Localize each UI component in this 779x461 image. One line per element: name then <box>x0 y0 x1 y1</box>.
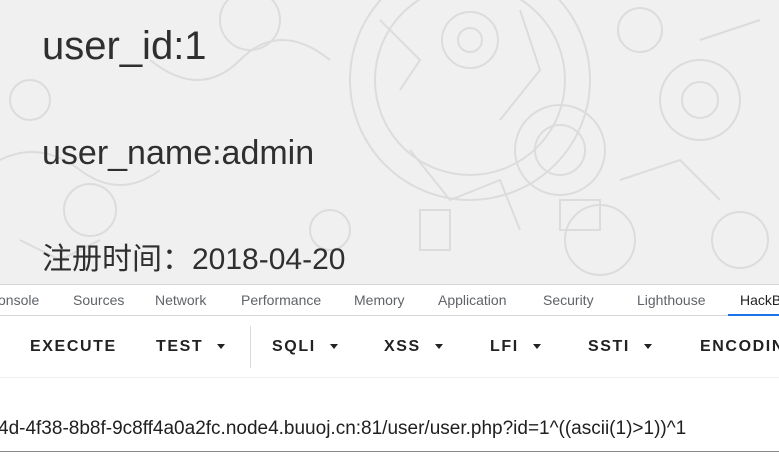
url-input-underline <box>0 451 779 452</box>
xss-dropdown-button[interactable]: XSS <box>384 316 443 378</box>
register-time-text: 注册时间：2018-04-20 <box>42 243 346 276</box>
tab-application[interactable]: Application <box>438 285 507 315</box>
caret-down-icon <box>329 344 338 350</box>
caret-down-icon <box>217 344 226 350</box>
caret-down-icon <box>532 344 541 350</box>
tab-hackbar[interactable]: HackB <box>727 285 779 316</box>
devtools-tab-bar: onsole Sources Network Performance Memor… <box>0 284 779 316</box>
tab-console[interactable]: onsole <box>0 285 39 315</box>
execute-button[interactable]: EXECUTE <box>30 316 117 378</box>
user-id-text: user_id:1 <box>42 24 207 68</box>
user-name-text: user_name:admin <box>42 134 315 172</box>
web-page-content: user_id:1 user_name:admin 注册时间：2018-04-2… <box>0 0 779 284</box>
encoding-dropdown-button[interactable]: ENCODIN <box>700 316 779 378</box>
url-input-area[interactable]: 4d-4f38-8b8f-9c8ff4a0a2fc.node4.buuoj.cn… <box>0 378 779 461</box>
caret-down-icon <box>643 344 652 350</box>
sqli-button-label: SQLI <box>272 338 316 355</box>
test-dropdown-button[interactable]: TEST <box>156 316 226 378</box>
url-input[interactable]: 4d-4f38-8b8f-9c8ff4a0a2fc.node4.buuoj.cn… <box>0 418 686 440</box>
encoding-button-label: ENCODIN <box>700 338 779 355</box>
lfi-button-label: LFI <box>490 338 519 355</box>
tab-lighthouse[interactable]: Lighthouse <box>637 285 706 315</box>
ssti-dropdown-button[interactable]: SSTI <box>588 316 652 378</box>
test-button-label: TEST <box>156 338 204 355</box>
hackbar-toolbar: EXECUTE TEST SQLI XSS LFI SSTI ENCODIN <box>0 316 779 378</box>
tab-performance[interactable]: Performance <box>241 285 321 315</box>
tab-memory[interactable]: Memory <box>354 285 405 315</box>
caret-down-icon <box>434 344 443 350</box>
tab-network[interactable]: Network <box>155 285 206 315</box>
xss-button-label: XSS <box>384 338 421 355</box>
sqli-dropdown-button[interactable]: SQLI <box>272 316 338 378</box>
ssti-button-label: SSTI <box>588 338 630 355</box>
execute-button-label: EXECUTE <box>30 338 117 355</box>
lfi-dropdown-button[interactable]: LFI <box>490 316 541 378</box>
toolbar-divider <box>250 326 251 368</box>
tab-security[interactable]: Security <box>543 285 594 315</box>
tab-sources[interactable]: Sources <box>73 285 124 315</box>
